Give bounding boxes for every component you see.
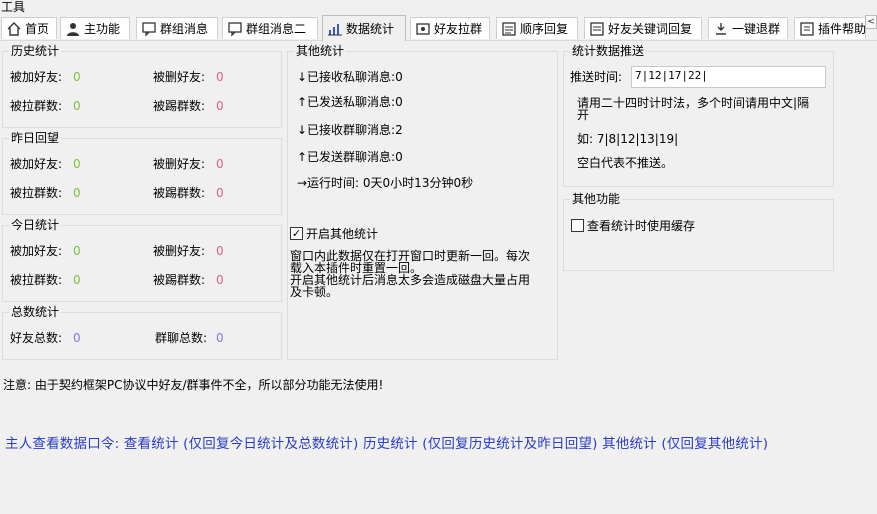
- today-deleted-friends-value: 0: [216, 244, 224, 258]
- use-cache-checkbox[interactable]: [571, 219, 584, 232]
- keyword-icon: [589, 21, 605, 37]
- push-hint-line: 开: [577, 108, 590, 122]
- group-title: 今日统计: [9, 218, 62, 232]
- group-title: 其他统计: [294, 44, 347, 58]
- push-hint-line: 请用二十四时计时法，多个时间请用中文|隔: [577, 96, 810, 110]
- invite-icon: [415, 21, 431, 37]
- group-title: 其他功能: [570, 192, 623, 206]
- list-icon: [501, 21, 517, 37]
- tab-label: 主功能: [84, 22, 121, 36]
- today-kicked-groups-value: 0: [216, 273, 224, 287]
- yesterday-pulled-groups-label: 被拉群数:: [10, 186, 63, 200]
- total-friends-label: 好友总数:: [10, 331, 63, 345]
- enable-other-stats-label[interactable]: 开启其他统计: [306, 227, 378, 241]
- tab-quit-all-groups[interactable]: 一键退群: [708, 17, 788, 39]
- tab-plugin-help[interactable]: 插件帮助: [794, 17, 866, 39]
- history-deleted-friends-value: 0: [216, 70, 224, 84]
- sent-group-messages: ↑已发送群聊消息:0: [297, 150, 403, 164]
- history-deleted-friends-label: 被删好友:: [153, 70, 206, 84]
- other-functions-group: 其他功能: [563, 192, 834, 271]
- total-groups-value: 0: [216, 331, 224, 345]
- push-time-input[interactable]: 7|12|17|22|: [631, 66, 826, 88]
- other-stats-note-line: 及卡顿。: [290, 285, 339, 299]
- tab-label: 插件帮助: [818, 22, 866, 36]
- today-pulled-groups-value: 0: [73, 273, 81, 287]
- today-added-friends-label: 被加好友:: [10, 244, 63, 258]
- owner-commands-text: 主人查看数据口令: 查看统计 (仅回复今日统计及总数统计) 历史统计 (仅回复历…: [5, 436, 769, 452]
- tab-group-message-2[interactable]: 群组消息二: [222, 17, 318, 39]
- today-pulled-groups-label: 被拉群数:: [10, 273, 63, 287]
- received-private-messages: ↓已接收私聊消息:0: [297, 70, 403, 84]
- warning-notice: 注意: 由于契约框架PC协议中好友/群事件不全，所以部分功能无法使用!: [3, 378, 384, 392]
- history-stats-group: 历史统计: [2, 44, 282, 128]
- group-title: 历史统计: [9, 44, 62, 58]
- tab-friend-invite[interactable]: 好友拉群: [410, 17, 490, 39]
- yesterday-review-group: 昨日回望: [2, 131, 282, 215]
- today-kicked-groups-label: 被踢群数:: [153, 273, 206, 287]
- history-kicked-groups-label: 被踢群数:: [153, 99, 206, 113]
- window-title: 工具: [1, 0, 26, 14]
- today-stats-group: 今日统计: [2, 218, 282, 302]
- tab-friend-keyword-reply[interactable]: 好友关键词回复: [584, 17, 702, 39]
- yesterday-added-friends-value: 0: [73, 157, 81, 171]
- tab-label: 首页: [25, 22, 50, 36]
- tab-bar: 首页 主功能 群组消息 群组消息二 数据统计 好友拉群 顺序回复 好友关键词回复: [0, 15, 877, 41]
- yesterday-added-friends-label: 被加好友:: [10, 157, 63, 171]
- tab-label: 顺序回复: [520, 22, 569, 36]
- history-pulled-groups-value: 0: [73, 99, 81, 113]
- tab-label: 一键退群: [732, 22, 781, 36]
- exit-icon: [713, 21, 729, 37]
- help-icon: [799, 21, 815, 37]
- tab-label: 群组消息二: [246, 22, 307, 36]
- tab-home[interactable]: 首页: [1, 17, 57, 39]
- total-friends-value: 0: [73, 331, 81, 345]
- tab-label: 群组消息: [160, 22, 209, 36]
- enable-other-stats-checkbox[interactable]: ✓: [290, 227, 303, 240]
- received-group-messages: ↓已接收群聊消息:2: [297, 123, 403, 137]
- today-added-friends-value: 0: [73, 244, 81, 258]
- push-example: 如: 7|8|12|13|19|: [577, 132, 679, 146]
- user-icon: [65, 21, 81, 37]
- tab-sequential-reply[interactable]: 顺序回复: [496, 17, 578, 39]
- tab-scroll-left-button[interactable]: <: [865, 15, 877, 29]
- history-pulled-groups-label: 被拉群数:: [10, 99, 63, 113]
- yesterday-deleted-friends-label: 被删好友:: [153, 157, 206, 171]
- history-added-friends-value: 0: [73, 70, 81, 84]
- today-deleted-friends-label: 被删好友:: [153, 244, 206, 258]
- tab-main-function[interactable]: 主功能: [60, 17, 130, 39]
- use-cache-label[interactable]: 查看统计时使用缓存: [587, 219, 695, 233]
- group-message-icon: [141, 21, 157, 37]
- tab-label: 好友关键词回复: [608, 22, 693, 36]
- tab-data-statistics[interactable]: 数据统计: [322, 15, 406, 41]
- runtime: →运行时间: 0天0小时13分钟0秒: [297, 176, 474, 190]
- tab-label: 好友拉群: [434, 22, 483, 36]
- history-kicked-groups-value: 0: [216, 99, 224, 113]
- yesterday-kicked-groups-label: 被踢群数:: [153, 186, 206, 200]
- group-title: 昨日回望: [9, 131, 62, 145]
- group-title: 统计数据推送: [570, 44, 647, 58]
- push-blank-note: 空白代表不推送。: [577, 156, 674, 170]
- tab-label: 数据统计: [346, 22, 395, 36]
- push-time-label: 推送时间:: [570, 70, 623, 84]
- sent-private-messages: ↑已发送私聊消息:0: [297, 95, 403, 109]
- home-icon: [6, 21, 22, 37]
- yesterday-kicked-groups-value: 0: [216, 186, 224, 200]
- tab-group-message[interactable]: 群组消息: [136, 17, 218, 39]
- group-message-icon: [227, 21, 243, 37]
- yesterday-deleted-friends-value: 0: [216, 157, 224, 171]
- total-groups-label: 群聊总数:: [155, 331, 208, 345]
- group-title: 总数统计: [9, 305, 62, 319]
- chart-icon: [327, 21, 343, 37]
- history-added-friends-label: 被加好友:: [10, 70, 63, 84]
- yesterday-pulled-groups-value: 0: [73, 186, 81, 200]
